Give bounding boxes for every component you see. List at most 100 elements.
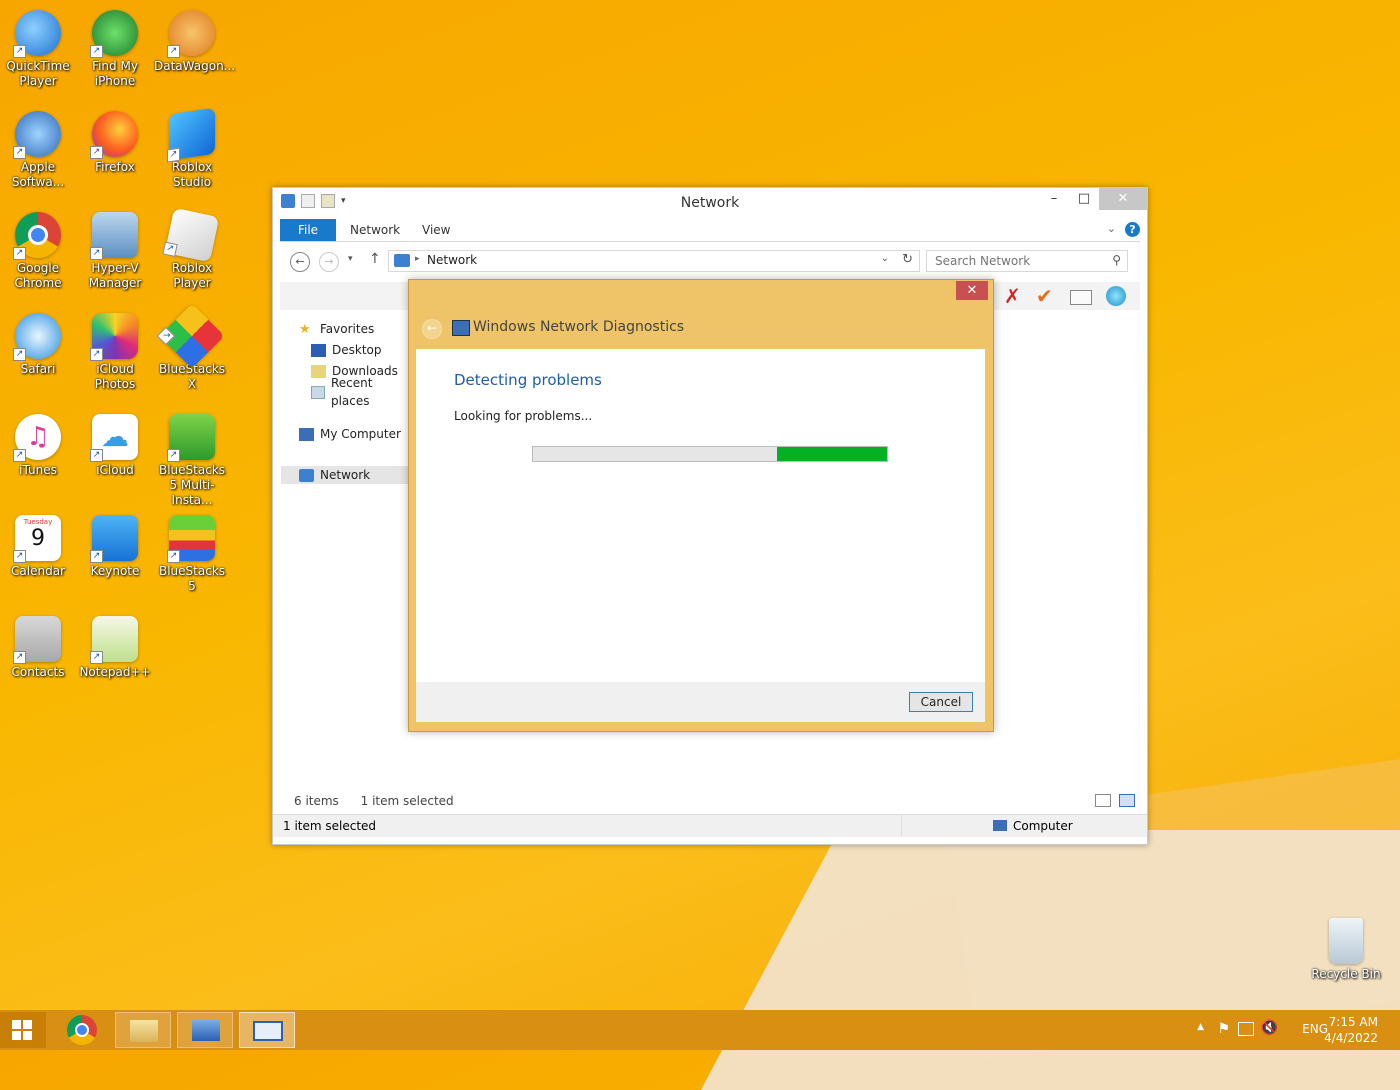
chrome-icon — [67, 1015, 97, 1045]
search-icon[interactable]: ⚲ — [1112, 253, 1121, 267]
network-tray-icon[interactable] — [1238, 1022, 1254, 1036]
desktop-icon-keynote[interactable]: ↗ Keynote — [77, 511, 153, 579]
taskbar-file-explorer[interactable] — [115, 1012, 171, 1048]
bluestacks5-icon: ↗ — [167, 515, 215, 563]
roblox-player-icon: ↗ — [162, 207, 220, 263]
preview-pane-icon[interactable] — [1070, 290, 1092, 305]
back-button[interactable]: ← — [290, 252, 310, 272]
desktop-icon-bluestacks-x[interactable]: ↗ BlueStacks X — [154, 303, 230, 392]
remote-desktop-icon — [192, 1019, 220, 1041]
nav-network[interactable]: Network — [281, 466, 408, 484]
nav-desktop[interactable]: Desktop — [311, 341, 382, 359]
maximize-button[interactable]: □ — [1069, 188, 1099, 210]
action-center-flag-icon[interactable]: ⚑ — [1217, 1021, 1230, 1037]
refresh-icon[interactable]: ↻ — [902, 252, 913, 267]
address-bar-row: ← → ▾ ↑ ▸ Network ⌄ ↻ ⚲ — [280, 250, 1140, 274]
forward-button[interactable]: → — [319, 252, 339, 272]
star-icon: ★ — [299, 321, 311, 337]
dialog-heading: Detecting problems — [454, 371, 602, 389]
desktop-icon-label: iCloud — [96, 463, 134, 477]
nav-favorites[interactable]: ★ Favorites — [299, 320, 374, 338]
progress-fill — [777, 447, 887, 461]
show-hidden-icons-icon[interactable]: ▲ — [1197, 1022, 1204, 1032]
roblox-studio-icon: ↗ — [167, 107, 215, 163]
desktop-icon-hyperv[interactable]: ↗ Hyper-V Manager — [77, 208, 153, 291]
computer-zone-icon — [993, 820, 1007, 831]
start-button[interactable] — [0, 1012, 46, 1048]
desktop-icon-apple-software[interactable]: ↗ Apple Softwa... — [0, 107, 76, 190]
desktop-icon-itunes[interactable]: ♫ ↗ iTunes — [0, 410, 76, 478]
nav-network-label: Network — [320, 468, 371, 482]
desktop-icon-label: QuickTime Player — [6, 59, 70, 88]
minimize-button[interactable]: – — [1039, 188, 1069, 210]
tab-file[interactable]: File — [280, 219, 336, 241]
network-diagnostics-dialog: ✕ ← Windows Network Diagnostics Detectin… — [408, 279, 994, 732]
dialog-close-button[interactable]: ✕ — [956, 281, 988, 300]
hyperv-manager-icon: ↗ — [90, 212, 138, 260]
delete-icon[interactable]: ✗ — [1004, 284, 1021, 308]
desktop-icon-label: BlueStacks 5 — [158, 564, 226, 593]
help-icon[interactable]: ? — [1125, 222, 1140, 237]
selection-count: 1 item selected — [360, 794, 454, 808]
diagnostics-icon — [452, 320, 470, 336]
quicktime-icon: ↗ — [13, 10, 61, 58]
nav-computer-label: My Computer — [320, 427, 401, 441]
desktop-icon-find-my-iphone[interactable]: ↗ Find My iPhone — [77, 6, 153, 89]
desktop-folder-icon — [311, 343, 326, 357]
desktop-icon-safari[interactable]: ↗ Safari — [0, 309, 76, 377]
recent-places-icon — [311, 385, 325, 399]
details-selection: 1 item selected — [283, 819, 377, 833]
clock[interactable]: 7:15 AM 4/4/2022 — [1324, 1014, 1378, 1046]
desktop-icon-roblox-studio[interactable]: ↗ Roblox Studio — [154, 107, 230, 190]
details-view-icon[interactable] — [1095, 794, 1111, 807]
up-button[interactable]: ↑ — [369, 251, 381, 267]
large-icons-view-icon[interactable] — [1119, 794, 1135, 807]
tab-view[interactable]: View — [422, 219, 450, 241]
tab-network[interactable]: Network — [350, 219, 400, 241]
desktop-icon-roblox-player[interactable]: ↗ Roblox Player — [154, 207, 230, 291]
desktop-icon-icloud[interactable]: ☁ ↗ iCloud — [77, 410, 153, 478]
address-box[interactable]: ▸ Network ⌄ ↻ — [388, 250, 920, 272]
taskbar-remote-desktop[interactable] — [177, 1012, 233, 1048]
dialog-back-button[interactable]: ← — [422, 319, 442, 339]
taskbar-chrome[interactable] — [54, 1012, 110, 1048]
desktop-icon-recycle-bin[interactable]: Recycle Bin — [1308, 914, 1384, 982]
cancel-button[interactable]: Cancel — [909, 692, 973, 712]
volume-muted-icon[interactable]: 🔇 — [1261, 1020, 1278, 1036]
desktop-icon-label: Roblox Player — [171, 261, 213, 290]
desktop-icon-contacts[interactable]: ↗ Contacts — [0, 612, 76, 680]
dialog-body: Detecting problems Looking for problems.… — [416, 349, 985, 682]
address-dropdown-icon[interactable]: ⌄ — [881, 253, 889, 264]
desktop-icon-firefox[interactable]: ↗ Firefox — [77, 107, 153, 175]
calendar-icon: Tuesday 9 ↗ — [13, 515, 61, 563]
title-bar[interactable]: ▾ Network – □ ✕ — [273, 188, 1147, 218]
desktop-icon-label: Keynote — [90, 564, 140, 578]
computer-icon — [299, 427, 314, 441]
taskbar-network-diagnostics[interactable] — [239, 1012, 295, 1048]
checkmark-icon[interactable]: ✔ — [1036, 284, 1053, 308]
desktop-icon-bluestacks5[interactable]: ↗ BlueStacks 5 — [154, 511, 230, 594]
recycle-bin-icon — [1329, 918, 1363, 964]
desktop-icon-datawagon[interactable]: ↗ DataWagon... — [154, 6, 236, 74]
close-button[interactable]: ✕ — [1099, 188, 1147, 210]
desktop-icon-calendar[interactable]: Tuesday 9 ↗ Calendar — [0, 511, 76, 579]
desktop-icon-label: DataWagon... — [154, 59, 236, 73]
search-box: ⚲ — [926, 250, 1128, 272]
navigation-pane: ★ Favorites Desktop Downloads Recent pla… — [281, 316, 408, 776]
breadcrumb-arrow-icon: ▸ — [415, 254, 420, 264]
chrome-icon: ↗ — [13, 212, 61, 260]
search-input[interactable] — [933, 251, 1107, 271]
nav-recent-places[interactable]: Recent places — [311, 376, 408, 408]
recent-locations-icon[interactable]: ▾ — [348, 254, 353, 264]
desktop-icon-label: iTunes — [19, 463, 57, 477]
nav-my-computer[interactable]: My Computer — [299, 425, 401, 443]
desktop-icon-notepadpp[interactable]: ↗ Notepad++ — [77, 612, 153, 680]
desktop-icon-quicktime[interactable]: ↗ QuickTime Player — [0, 6, 76, 89]
desktop-icon-icloud-photos[interactable]: ↗ iCloud Photos — [77, 309, 153, 392]
expand-ribbon-icon[interactable]: ⌄ — [1107, 222, 1116, 235]
desktop-icon-bluestacks-multi[interactable]: ↗ BlueStacks 5 Multi-Insta... — [154, 410, 230, 508]
dialog-footer: Cancel — [416, 682, 985, 722]
breadcrumb-network[interactable]: Network — [427, 253, 477, 267]
globe-icon[interactable] — [1106, 286, 1126, 306]
desktop-icon-chrome[interactable]: ↗ Google Chrome — [0, 208, 76, 291]
